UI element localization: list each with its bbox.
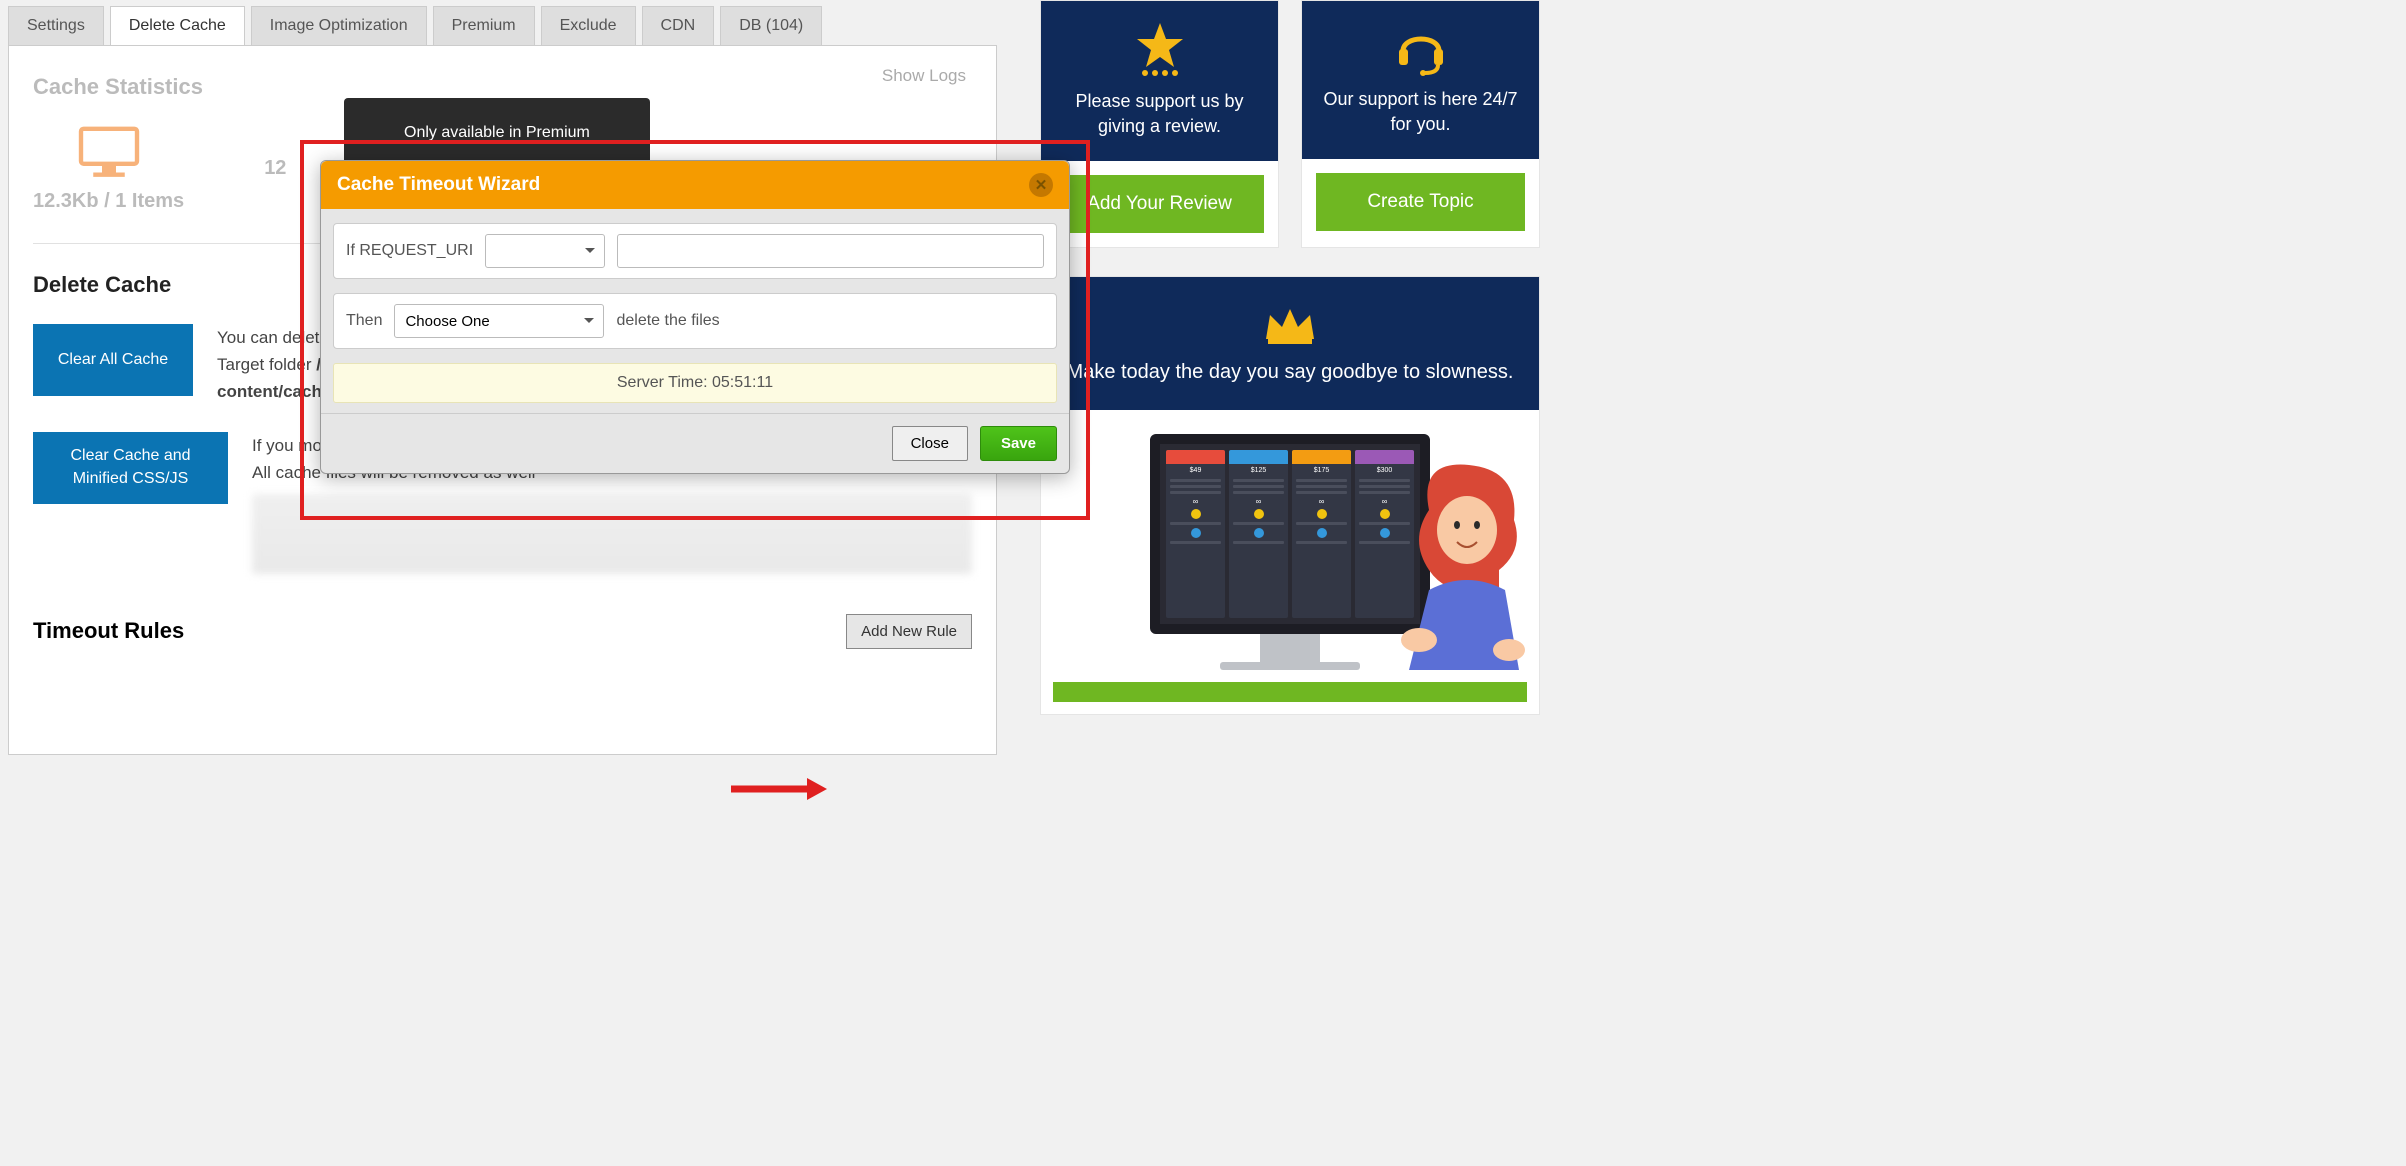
- then-rule-row: Then Choose One delete the files: [333, 293, 1057, 349]
- modal-close-button[interactable]: Close: [892, 426, 968, 461]
- clear-all-line3: content/cache: [217, 382, 331, 401]
- modal-save-button[interactable]: Save: [980, 426, 1057, 461]
- server-time-display: Server Time: 05:51:11: [333, 363, 1057, 403]
- if-operator-select[interactable]: [485, 234, 605, 268]
- stat-desktop-value: 12.3Kb / 1 Items: [33, 190, 184, 213]
- crown-icon: [1260, 303, 1320, 347]
- arrow-annotation-icon: [729, 775, 829, 803]
- review-card: Please support us by giving a review. Ad…: [1040, 0, 1279, 248]
- review-text: Please support us by giving a review.: [1075, 91, 1243, 136]
- clear-cache-minified-button[interactable]: Clear Cache and Minified CSS/JS: [33, 432, 228, 504]
- create-topic-button[interactable]: Create Topic: [1316, 173, 1525, 231]
- tab-image-optimization[interactable]: Image Optimization: [251, 6, 427, 45]
- cache-timeout-wizard-modal: Cache Timeout Wizard ✕ If REQUEST_URI Th…: [320, 160, 1070, 474]
- redacted-paths: [252, 494, 972, 574]
- plan2-price: $125: [1229, 467, 1288, 474]
- tab-exclude[interactable]: Exclude: [541, 6, 636, 45]
- timeout-rules-heading: Timeout Rules: [33, 618, 184, 644]
- clear-all-desc: You can delete Target folder / content/c…: [217, 324, 331, 406]
- clear-all-line1: You can delete: [217, 328, 329, 347]
- if-rule-row: If REQUEST_URI: [333, 223, 1057, 279]
- if-label: If REQUEST_URI: [346, 242, 473, 260]
- clear-all-cache-button[interactable]: Clear All Cache: [33, 324, 193, 396]
- show-logs-link[interactable]: Show Logs: [882, 66, 966, 86]
- then-label: Then: [346, 312, 382, 330]
- star-icon: [1133, 21, 1187, 79]
- cache-stats-heading: Cache Statistics: [33, 74, 972, 100]
- premium-card: Make today the day you say goodbye to sl…: [1040, 276, 1540, 715]
- person-illustration: [1369, 450, 1529, 670]
- premium-tooltip: Only available in Premium: [344, 98, 650, 168]
- add-new-rule-button[interactable]: Add New Rule: [846, 614, 972, 649]
- stat-desktop: 12.3Kb / 1 Items: [33, 124, 184, 213]
- plan1-price: $49: [1166, 467, 1225, 474]
- tab-delete-cache[interactable]: Delete Cache: [110, 6, 245, 45]
- premium-promo: $49∞ $125∞ $175∞ $300∞: [1041, 410, 1539, 670]
- add-review-button[interactable]: Add Your Review: [1055, 175, 1264, 233]
- modal-title: Cache Timeout Wizard: [337, 174, 540, 196]
- desktop-icon: [74, 124, 144, 179]
- clear-all-line2a: Target folder: [217, 355, 316, 374]
- support-card: Our support is here 24/7 for you. Create…: [1301, 0, 1540, 248]
- tab-bar: Settings Delete Cache Image Optimization…: [0, 0, 1005, 45]
- plan3-price: $175: [1292, 467, 1351, 474]
- delete-files-label: delete the files: [616, 312, 719, 330]
- tab-db[interactable]: DB (104): [720, 6, 822, 45]
- tab-premium[interactable]: Premium: [433, 6, 535, 45]
- stat-secondary: 12: [264, 157, 286, 180]
- tab-cdn[interactable]: CDN: [642, 6, 715, 45]
- premium-cta-strip[interactable]: [1053, 682, 1527, 702]
- tab-settings[interactable]: Settings: [8, 6, 104, 45]
- if-value-input[interactable]: [617, 234, 1044, 268]
- then-frequency-select[interactable]: Choose One: [394, 304, 604, 338]
- modal-close-icon[interactable]: ✕: [1029, 173, 1053, 197]
- premium-text: Make today the day you say goodbye to sl…: [1067, 361, 1514, 383]
- support-text: Our support is here 24/7 for you.: [1323, 89, 1517, 134]
- headset-icon: [1393, 21, 1449, 77]
